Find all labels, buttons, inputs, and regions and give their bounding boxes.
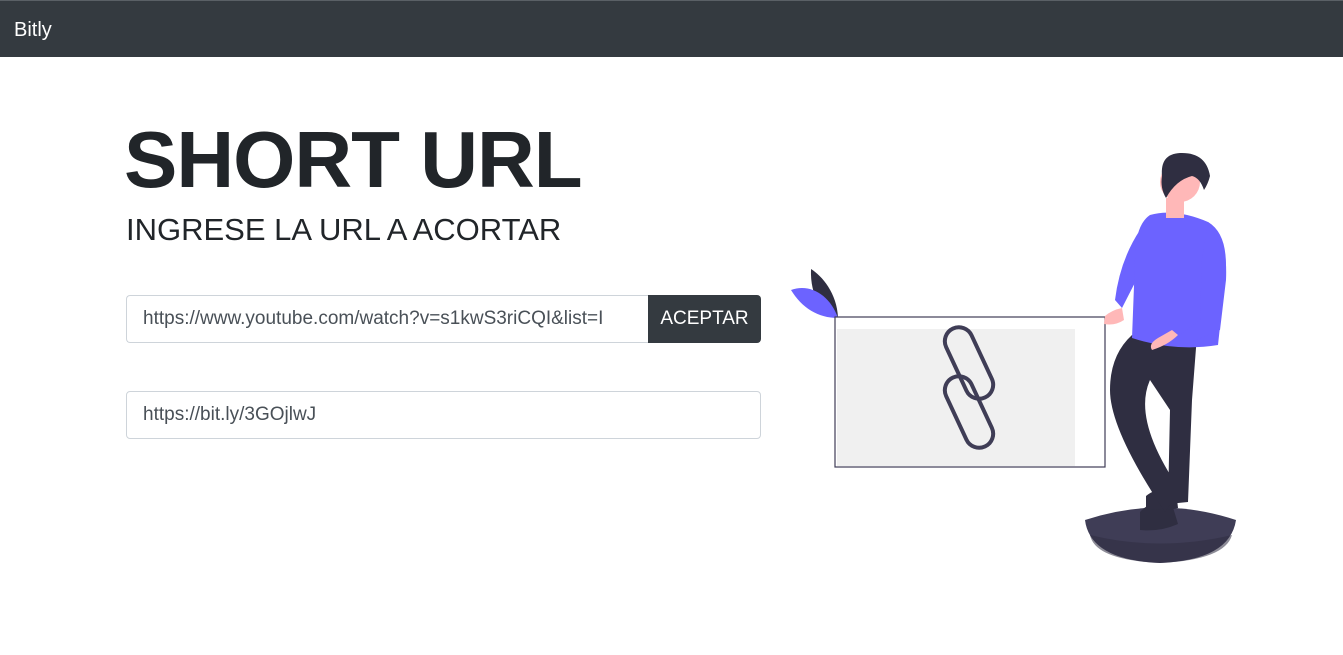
navbar: Bitly [0,0,1343,57]
accept-button[interactable]: ACEPTAR [648,295,761,343]
page-title: SHORT URL [124,115,583,204]
short-url-output[interactable] [126,391,761,439]
page-subtitle: INGRESE LA URL A ACORTAR [126,212,562,247]
short-url-illustration [791,152,1236,563]
url-input-group: ACEPTAR [126,295,761,343]
leaf-icon [791,269,838,318]
person-figure [1085,152,1236,563]
url-input[interactable] [126,295,648,343]
navbar-brand[interactable]: Bitly [14,19,52,41]
